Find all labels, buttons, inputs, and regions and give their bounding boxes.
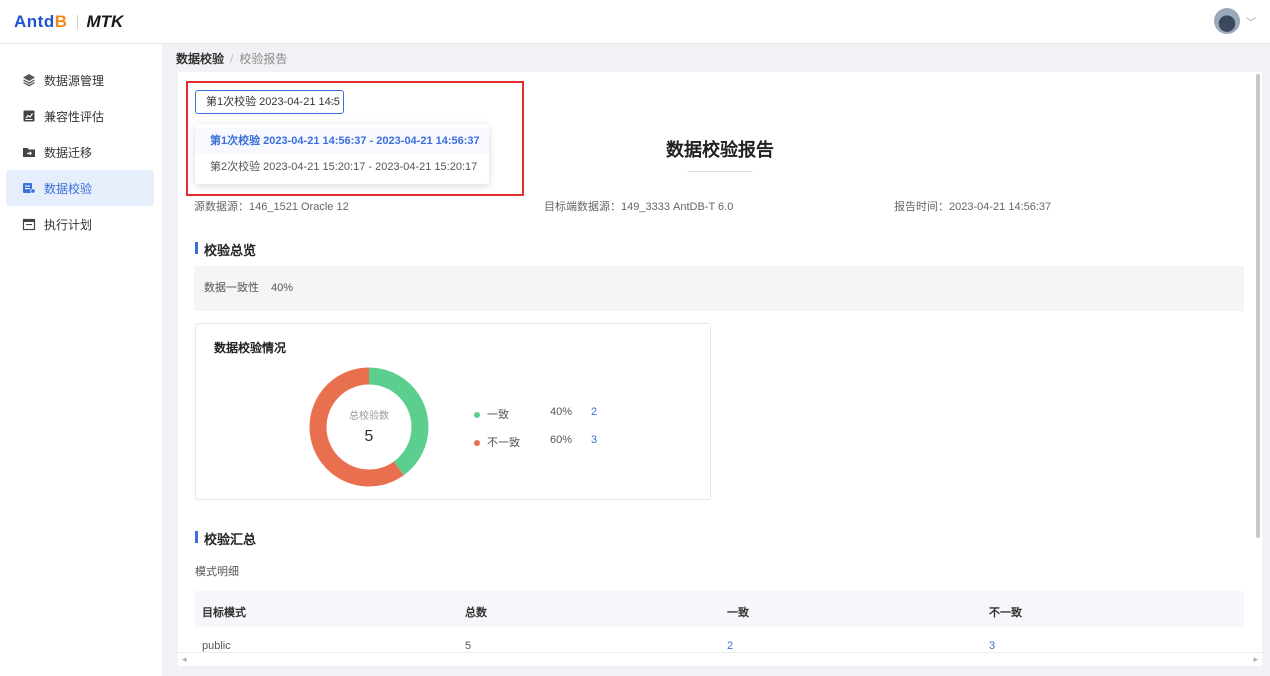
cell-consistent-link[interactable]: 2 xyxy=(727,640,733,652)
horizontal-scrollbar[interactable]: ◂ ▸ xyxy=(178,652,1262,666)
cell-inconsistent-link[interactable]: 3 xyxy=(989,640,995,652)
sidebar-item-label: 执行计划 xyxy=(44,217,93,232)
sidebar-item-label: 兼容性评估 xyxy=(44,109,105,124)
sidebar-item-label: 数据校验 xyxy=(44,181,93,196)
donut-chart: 总校验数 5 xyxy=(309,367,429,487)
breadcrumb-current: 校验报告 xyxy=(239,52,288,66)
legend-item-consistent: 一致 40% 2 xyxy=(474,406,597,422)
verification-run-dropdown: 第1次校验 2023-04-21 14:56:37 - 2023-04-21 1… xyxy=(195,124,489,184)
app-logo[interactable]: AntdB MTK xyxy=(0,12,123,32)
sidebar-item-plan[interactable]: 执行计划 xyxy=(6,206,154,242)
folder-migrate-icon xyxy=(22,145,36,159)
sidebar-item-migration[interactable]: 数据迁移 xyxy=(6,134,154,170)
title-underline xyxy=(687,171,753,172)
section-summary-heading: 校验汇总 xyxy=(195,529,256,548)
vertical-scrollbar[interactable] xyxy=(1256,74,1260,538)
dropdown-option-run-2[interactable]: 第2次校验 2023-04-21 15:20:17 - 2023-04-21 1… xyxy=(195,154,489,180)
donut-center-value: 5 xyxy=(365,428,374,445)
layers-icon xyxy=(22,73,36,87)
chart-title: 数据校验情况 xyxy=(214,341,287,355)
legend-dot xyxy=(474,440,480,447)
cell-schema: public xyxy=(202,640,231,652)
summary-table-header: 目标模式 总数 一致 不一致 xyxy=(194,591,1244,627)
legend-label: 一致 xyxy=(487,409,509,421)
donut-center-label: 总校验数 xyxy=(349,409,389,422)
legend-label: 不一致 xyxy=(487,437,520,449)
source-datasource: 源数据源：146_1521 Oracle 12 xyxy=(194,201,349,213)
top-header: AntdB MTK ﹀ xyxy=(0,0,1270,44)
legend-item-inconsistent: 不一致 60% 3 xyxy=(474,434,597,450)
legend-count-link[interactable]: 3 xyxy=(591,434,597,446)
dropdown-option-run-1[interactable]: 第1次校验 2023-04-21 14:56:37 - 2023-04-21 1… xyxy=(195,128,489,154)
consistency-label: 数据一致性 xyxy=(204,282,259,294)
target-datasource: 目标端数据源：149_3333 AntDB-T 6.0 xyxy=(544,201,734,213)
sidebar: 数据源管理 兼容性评估 数据迁移 数据校验 执行计划 xyxy=(0,44,162,676)
consistency-value: 40% xyxy=(271,282,294,294)
column-header: 不一致 xyxy=(989,607,1022,619)
sidebar-item-compatibility[interactable]: 兼容性评估 xyxy=(6,98,154,134)
column-header: 总数 xyxy=(465,607,487,619)
verification-chart-card: 数据校验情况 总校验数 5 一致 40% 2 不一致 60% 3 xyxy=(195,323,711,500)
sidebar-item-datasource[interactable]: 数据源管理 xyxy=(6,62,154,98)
breadcrumb-separator: / xyxy=(230,52,234,66)
sidebar-item-verification[interactable]: 数据校验 xyxy=(6,170,154,206)
scroll-left-icon[interactable]: ◂ xyxy=(182,654,187,665)
legend-dot xyxy=(474,412,480,419)
calendar-icon xyxy=(22,217,36,231)
column-header: 目标模式 xyxy=(202,607,246,619)
logo-antdb: AntdB xyxy=(14,11,68,31)
consistency-box: 数据一致性 40% xyxy=(194,266,1244,311)
verify-icon xyxy=(22,181,36,195)
schema-detail-label: 模式明细 xyxy=(195,566,239,578)
avatar[interactable] xyxy=(1214,8,1240,34)
assessment-icon xyxy=(22,109,36,123)
scroll-right-icon[interactable]: ▸ xyxy=(1253,654,1258,665)
legend-percent: 40% xyxy=(550,406,573,418)
chevron-down-icon[interactable]: ﹀ xyxy=(1246,14,1256,29)
chevron-up-icon: ︿ xyxy=(325,96,335,107)
report-time: 报告时间：2023-04-21 14:56:37 xyxy=(894,201,1052,213)
user-menu[interactable]: ﹀ xyxy=(1214,8,1256,34)
verification-run-select[interactable]: 第1次校验 2023-04-21 14:5 ︿ xyxy=(195,90,344,114)
sidebar-item-label: 数据源管理 xyxy=(44,73,105,88)
cell-total: 5 xyxy=(465,640,472,652)
breadcrumb-parent[interactable]: 数据校验 xyxy=(176,52,224,66)
section-overview-heading: 校验总览 xyxy=(195,240,256,259)
sidebar-item-label: 数据迁移 xyxy=(44,145,93,160)
legend-percent: 60% xyxy=(550,434,573,446)
table-row: public 5 2 3 xyxy=(194,627,1244,652)
column-header: 一致 xyxy=(727,607,749,619)
logo-divider xyxy=(76,14,78,29)
select-value: 第1次校验 2023-04-21 14:5 xyxy=(206,96,340,108)
breadcrumb: 数据校验 / 校验报告 xyxy=(176,50,287,67)
logo-mtk: MTK xyxy=(86,11,124,31)
report-card: 第1次校验 2023-04-21 14:5 ︿ 第1次校验 2023-04-21… xyxy=(178,72,1262,652)
legend-count-link[interactable]: 2 xyxy=(591,406,597,418)
